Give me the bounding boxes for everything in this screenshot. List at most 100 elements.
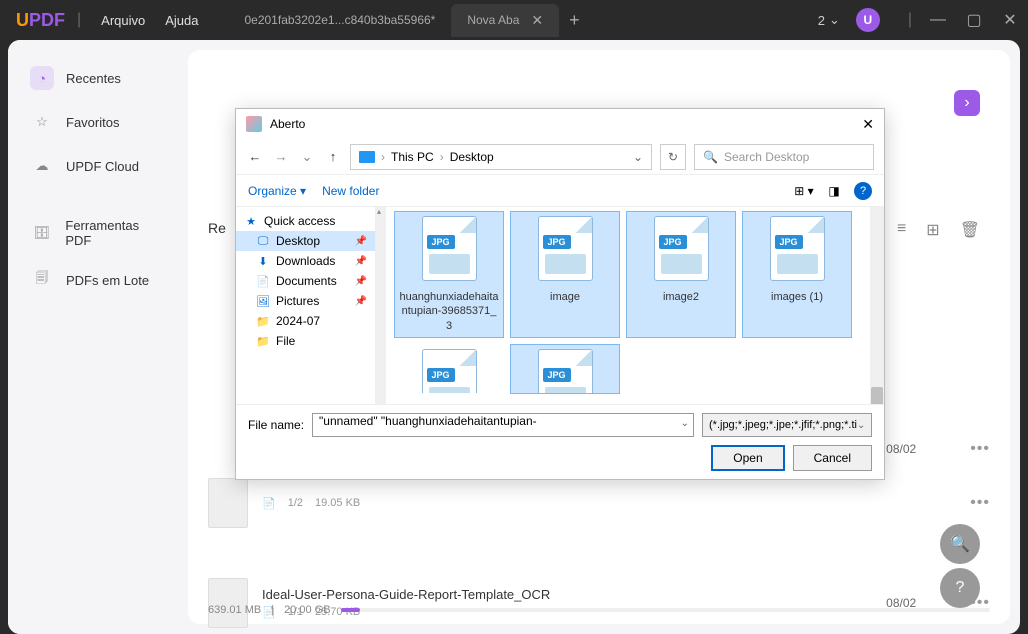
path-breadcrumb[interactable]: › This PC › Desktop ⌄ [350, 144, 652, 170]
file-tile-name: huanghunxiadehaitantupian-39685371_3 [399, 290, 499, 333]
filename-label: File name: [248, 418, 304, 432]
chevron-down-icon[interactable]: ⌄ [633, 150, 643, 164]
file-tile[interactable]: JPG [510, 344, 620, 394]
help-icon[interactable]: ? [854, 182, 872, 200]
pc-icon [359, 151, 375, 163]
search-input[interactable]: 🔍 Search Desktop [694, 144, 874, 170]
file-tile[interactable]: JPG [394, 344, 504, 394]
menu-file[interactable]: Arquivo [101, 13, 145, 28]
tree-quick-access[interactable]: ★ Quick access [236, 211, 375, 231]
filename-input[interactable]: "unnamed" "huanghunxiadehaitantupian- ⌄ [312, 413, 694, 437]
pin-icon: 📌 [355, 296, 367, 307]
file-tile[interactable]: JPG huanghunxiadehaitantupian-39685371_3 [394, 211, 504, 338]
sidebar-item-tools[interactable]: 🗄 Ferramentas PDF [18, 208, 178, 258]
folder-tree: ★ Quick access 🖵 Desktop 📌 ⬇ Downloads 📌… [236, 207, 376, 404]
filetype-filter[interactable]: (*.jpg;*.jpeg;*.jpe;*.jfif;*.png;*.ti ⌄ [702, 413, 872, 437]
file-date: 08/02 [886, 442, 916, 456]
sidebar-item-label: Ferramentas PDF [65, 218, 166, 248]
file-size: 19.05 KB [315, 497, 360, 510]
files-scrollbar[interactable] [870, 207, 884, 404]
tree-folder[interactable]: 📁 File [236, 331, 375, 351]
sidebar-item-label: UPDF Cloud [66, 159, 139, 174]
search-icon: 🔍 [950, 534, 970, 554]
tree-label: Documents [276, 274, 337, 288]
file-row[interactable]: Ideal-User-Persona-Guide-Report-Template… [208, 568, 990, 634]
minimize-button[interactable]: — [928, 11, 948, 29]
chevron-down-icon: ⌄ [829, 12, 840, 28]
breadcrumb-segment[interactable]: Desktop [450, 150, 494, 164]
close-icon[interactable]: ✕ [531, 12, 543, 29]
grid-view-icon[interactable]: ⊞ [926, 220, 939, 240]
new-folder-button[interactable]: New folder [322, 184, 379, 198]
file-tile[interactable]: JPG image2 [626, 211, 736, 338]
back-button[interactable]: ← [246, 149, 264, 164]
sidebar-item-favorites[interactable]: ☆ Favoritos [18, 100, 178, 144]
tree-documents[interactable]: 📄 Documents 📌 [236, 271, 375, 291]
organize-menu[interactable]: Organize ▾ [248, 184, 306, 198]
sidebar-item-cloud[interactable]: ☁ UPDF Cloud [18, 144, 178, 188]
file-tile[interactable]: JPG image [510, 211, 620, 338]
dialog-nav: ← → ⌄ ↑ › This PC › Desktop ⌄ ↻ 🔍 Search… [236, 139, 884, 175]
tree-folder[interactable]: 📁 2024-07 [236, 311, 375, 331]
add-tab-button[interactable]: + [569, 10, 580, 31]
sidebar-item-label: Favoritos [66, 115, 119, 130]
divider: | [77, 11, 81, 29]
dialog-footer: File name: "unnamed" "huanghunxiadehaita… [236, 404, 884, 479]
file-tile-name: image2 [631, 290, 731, 304]
help-fab[interactable]: ? [940, 568, 980, 608]
up-button[interactable]: ↑ [324, 149, 342, 164]
tab-new[interactable]: Nova Aba ✕ [451, 4, 559, 37]
trash-icon[interactable]: 🗑 [960, 220, 980, 240]
tree-label: Downloads [276, 254, 335, 268]
breadcrumb-segment[interactable]: This PC [391, 150, 434, 164]
chevron-right-icon: › [964, 94, 969, 112]
more-icon[interactable]: ••• [970, 494, 990, 512]
promo-button[interactable]: › [954, 90, 980, 116]
star-icon: ★ [244, 215, 258, 227]
tab-document[interactable]: 0e201fab3202e1...c840b3ba55966* [228, 5, 451, 35]
refresh-button[interactable]: ↻ [660, 144, 686, 170]
tree-scrollbar[interactable] [376, 207, 386, 404]
tree-label: Quick access [264, 214, 335, 228]
avatar[interactable]: U [856, 8, 880, 32]
open-button[interactable]: Open [711, 445, 784, 471]
star-icon: ☆ [30, 110, 54, 134]
app-icon [246, 116, 262, 132]
question-icon: ? [956, 579, 965, 597]
more-icon[interactable]: ••• [970, 440, 990, 458]
close-icon[interactable]: ✕ [862, 116, 874, 133]
sidebar-item-recent[interactable]: ◔ Recentes [18, 56, 178, 100]
storage-total: 20.00 GB [284, 604, 330, 616]
chevron-down-icon: ⌄ [857, 420, 865, 431]
tab-count[interactable]: 2⌄ [818, 12, 840, 28]
preview-pane-icon[interactable]: ◨ [824, 181, 844, 201]
maximize-button[interactable]: ▢ [964, 10, 984, 30]
tree-downloads[interactable]: ⬇ Downloads 📌 [236, 251, 375, 271]
tree-pictures[interactable]: 🖼 Pictures 📌 [236, 291, 375, 311]
close-button[interactable]: ✕ [1000, 10, 1020, 30]
tree-desktop[interactable]: 🖵 Desktop 📌 [236, 231, 375, 251]
list-view-icon[interactable]: ≡ [897, 220, 906, 240]
sidebar-item-label: Recentes [66, 71, 121, 86]
file-tile[interactable]: JPG images (1) [742, 211, 852, 338]
titlebar: UPDF | Arquivo Ajuda 0e201fab3202e1...c8… [0, 0, 1028, 40]
page-count-icon: 📄 [262, 497, 276, 510]
file-grid-area: JPG huanghunxiadehaitantupian-39685371_3… [386, 207, 884, 404]
dialog-title: Aberto [270, 117, 305, 131]
sidebar-item-batch[interactable]: 🗐 PDFs em Lote [18, 258, 178, 302]
view-mode-icon[interactable]: ⊞ ▾ [794, 181, 814, 201]
chevron-down-icon[interactable]: ⌄ [681, 418, 689, 429]
menu-help[interactable]: Ajuda [165, 13, 198, 28]
layers-icon: 🗐 [30, 268, 54, 292]
picture-icon: 🖼 [256, 295, 270, 307]
forward-button[interactable]: → [272, 149, 290, 164]
history-dropdown[interactable]: ⌄ [298, 149, 316, 165]
cloud-icon: ☁ [30, 154, 54, 178]
file-thumbnail [208, 578, 248, 628]
search-fab[interactable]: 🔍 [940, 524, 980, 564]
cancel-button[interactable]: Cancel [793, 445, 872, 471]
pin-icon: 📌 [355, 256, 367, 267]
file-open-dialog: Aberto ✕ ← → ⌄ ↑ › This PC › Desktop ⌄ ↻… [235, 108, 885, 480]
recent-heading: Re [208, 220, 226, 236]
file-tile-name: images (1) [747, 290, 847, 304]
